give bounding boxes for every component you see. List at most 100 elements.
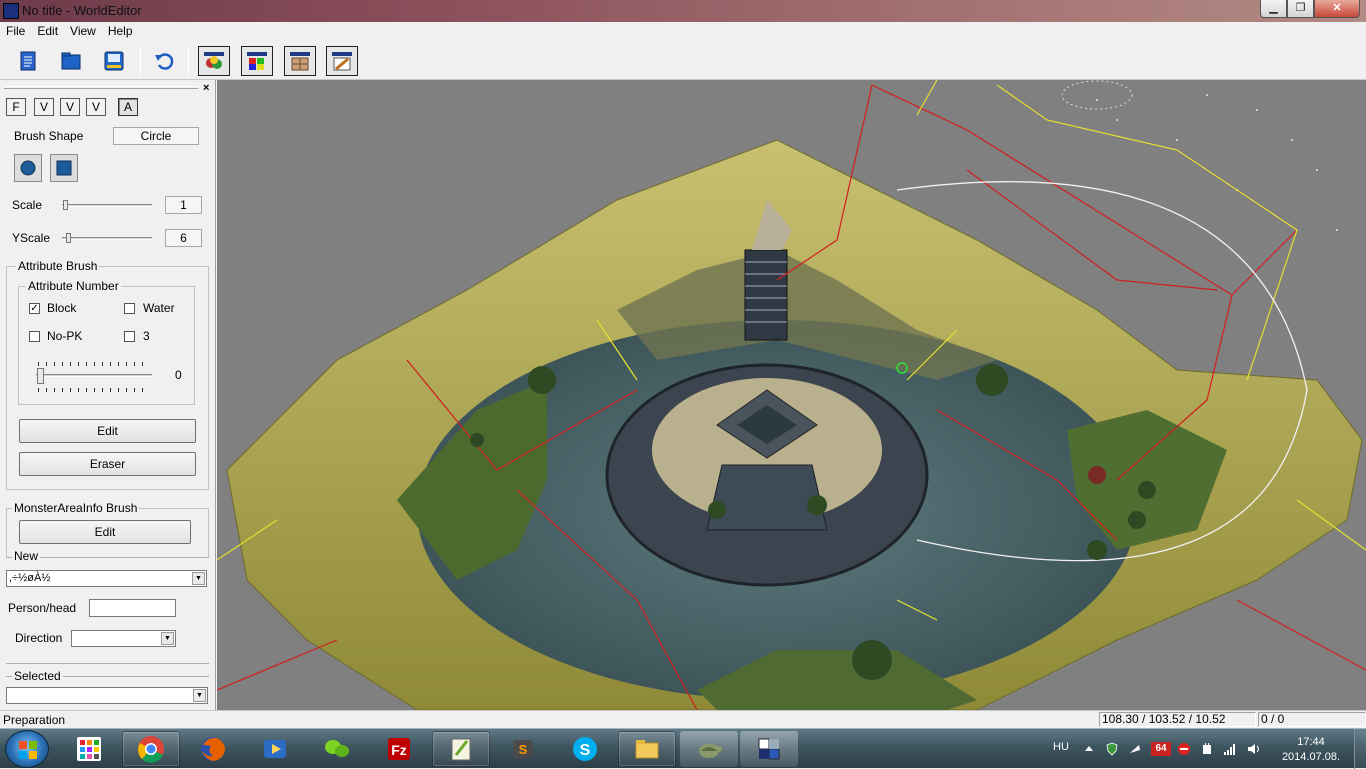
attribute-slider-value: 0: [175, 368, 182, 382]
square-shape-button[interactable]: [50, 154, 78, 182]
three-label: 3: [143, 329, 150, 343]
attribute-grid-button[interactable]: [284, 46, 316, 76]
circle-shape-button[interactable]: [14, 154, 42, 182]
dotted-area-circle: [1061, 80, 1133, 110]
yscale-slider-thumb[interactable]: [66, 233, 71, 243]
svg-text:Fz: Fz: [391, 742, 407, 758]
brush-shape-label: Brush Shape: [14, 129, 84, 143]
attribute-slider-thumb[interactable]: [37, 368, 44, 384]
clock-time: 17:44: [1297, 736, 1325, 748]
direction-label: Direction: [15, 631, 63, 645]
open-button[interactable]: [55, 46, 87, 76]
taskbar-notepad-plus-plus[interactable]: [432, 731, 490, 767]
attribute-number-title: Attribute Number: [26, 279, 121, 293]
person-head-input[interactable]: [89, 599, 176, 617]
mode-button-f[interactable]: F: [6, 98, 26, 116]
svg-text:S: S: [580, 742, 591, 759]
clock-date: 2014.07.08.: [1281, 751, 1341, 763]
status-text: Preparation: [3, 713, 66, 727]
chevron-down-icon[interactable]: ▼: [192, 572, 205, 585]
taskbar-turtle-app[interactable]: [680, 731, 738, 767]
taskbar-filezilla[interactable]: Fz: [370, 731, 428, 767]
taskbar-file-explorer[interactable]: [618, 731, 676, 767]
status-bar: Preparation 108.30 / 103.52 / 10.52 0 / …: [0, 710, 1366, 728]
undo-icon: [155, 53, 174, 70]
taskbar-worldeditor[interactable]: [740, 731, 798, 767]
brush-edit-icon: [332, 52, 352, 71]
menu-view[interactable]: View: [64, 22, 102, 41]
power-plug-icon[interactable]: [1200, 742, 1214, 756]
folder-icon: [635, 740, 659, 759]
volume-icon[interactable]: [1247, 742, 1261, 756]
yscale-slider[interactable]: [62, 237, 152, 240]
mode-button-v1[interactable]: V: [34, 98, 54, 116]
attribute-slider-ticks-top: [38, 362, 150, 366]
start-button[interactable]: [5, 730, 49, 768]
taskbar-messenger[interactable]: [308, 731, 366, 767]
new-monster-combo[interactable]: ,÷½øÀ½ ▼: [6, 570, 207, 587]
nopk-checkbox[interactable]: [29, 331, 40, 342]
tray-badge[interactable]: 64: [1151, 742, 1171, 756]
taskbar-skype[interactable]: S: [556, 731, 614, 767]
undo-button[interactable]: [148, 46, 180, 76]
attribute-slider[interactable]: [36, 374, 152, 377]
stop-icon[interactable]: [1177, 742, 1191, 756]
taskbar-sublime-text[interactable]: S: [494, 731, 552, 767]
gate-building: [706, 464, 828, 531]
scale-value[interactable]: 1: [165, 196, 202, 214]
block-checkbox[interactable]: ✓: [29, 303, 40, 314]
taskbar-chrome[interactable]: [122, 731, 180, 767]
attribute-edit-button[interactable]: Edit: [19, 419, 196, 443]
skype-icon: S: [573, 737, 597, 761]
eraser-button[interactable]: Eraser: [19, 452, 196, 476]
chrome-icon: [138, 736, 164, 763]
panel-close-button[interactable]: ×: [203, 82, 209, 94]
minimize-button[interactable]: ▁: [1260, 0, 1287, 18]
yscale-value[interactable]: 6: [165, 229, 202, 247]
mode-button-a[interactable]: A: [118, 98, 138, 116]
water-checkbox[interactable]: [124, 303, 135, 314]
mode-button-v2[interactable]: V: [60, 98, 80, 116]
close-button[interactable]: ✕: [1314, 0, 1360, 18]
mode-button-v3[interactable]: V: [86, 98, 106, 116]
messenger-tray-icon[interactable]: [1128, 742, 1142, 756]
language-indicator[interactable]: HU: [1053, 741, 1069, 753]
chevron-down-icon[interactable]: ▼: [193, 689, 206, 702]
show-hidden-icons-icon[interactable]: [1082, 742, 1096, 756]
worldeditor-app-icon[interactable]: [3, 3, 19, 19]
network-signal-icon[interactable]: [1223, 742, 1237, 756]
system-clock[interactable]: 17:44 2014.07.08.: [1276, 735, 1346, 765]
save-button[interactable]: [98, 46, 130, 76]
firefox-icon: [201, 737, 225, 761]
person-head-label: Person/head: [8, 601, 77, 615]
nopk-label: No-PK: [47, 329, 83, 343]
terrain-scene[interactable]: [217, 80, 1366, 710]
scale-slider[interactable]: [62, 204, 152, 207]
color-palette-button[interactable]: [241, 46, 273, 76]
brush-shape-value: Circle: [113, 127, 199, 145]
new-document-button[interactable]: [12, 46, 44, 76]
taskbar-firefox[interactable]: [184, 731, 242, 767]
scale-slider-thumb[interactable]: [63, 200, 68, 210]
messenger-icon: [325, 740, 349, 757]
three-checkbox[interactable]: [124, 331, 135, 342]
monster-edit-button[interactable]: Edit: [19, 520, 191, 544]
panel-grip[interactable]: [4, 86, 198, 89]
direction-combo[interactable]: ▼: [71, 630, 176, 647]
menu-file[interactable]: File: [0, 22, 31, 41]
maximize-button[interactable]: ❐: [1287, 0, 1314, 18]
security-shield-icon[interactable]: [1105, 742, 1119, 756]
map-viewport[interactable]: [217, 80, 1366, 710]
selected-combo[interactable]: ▼: [6, 687, 208, 704]
taskbar-start-tiles[interactable]: [60, 731, 118, 767]
square-shape-icon: [56, 160, 72, 176]
show-desktop-button[interactable]: [1354, 729, 1366, 769]
scale-label: Scale: [12, 198, 43, 212]
menu-edit[interactable]: Edit: [31, 22, 64, 41]
menu-help[interactable]: Help: [102, 22, 139, 41]
media-player-icon: [264, 740, 286, 758]
texture-palette-button[interactable]: [198, 46, 230, 76]
taskbar-media-player[interactable]: [246, 731, 304, 767]
chevron-down-icon[interactable]: ▼: [161, 632, 174, 645]
brush-edit-button[interactable]: [326, 46, 358, 76]
